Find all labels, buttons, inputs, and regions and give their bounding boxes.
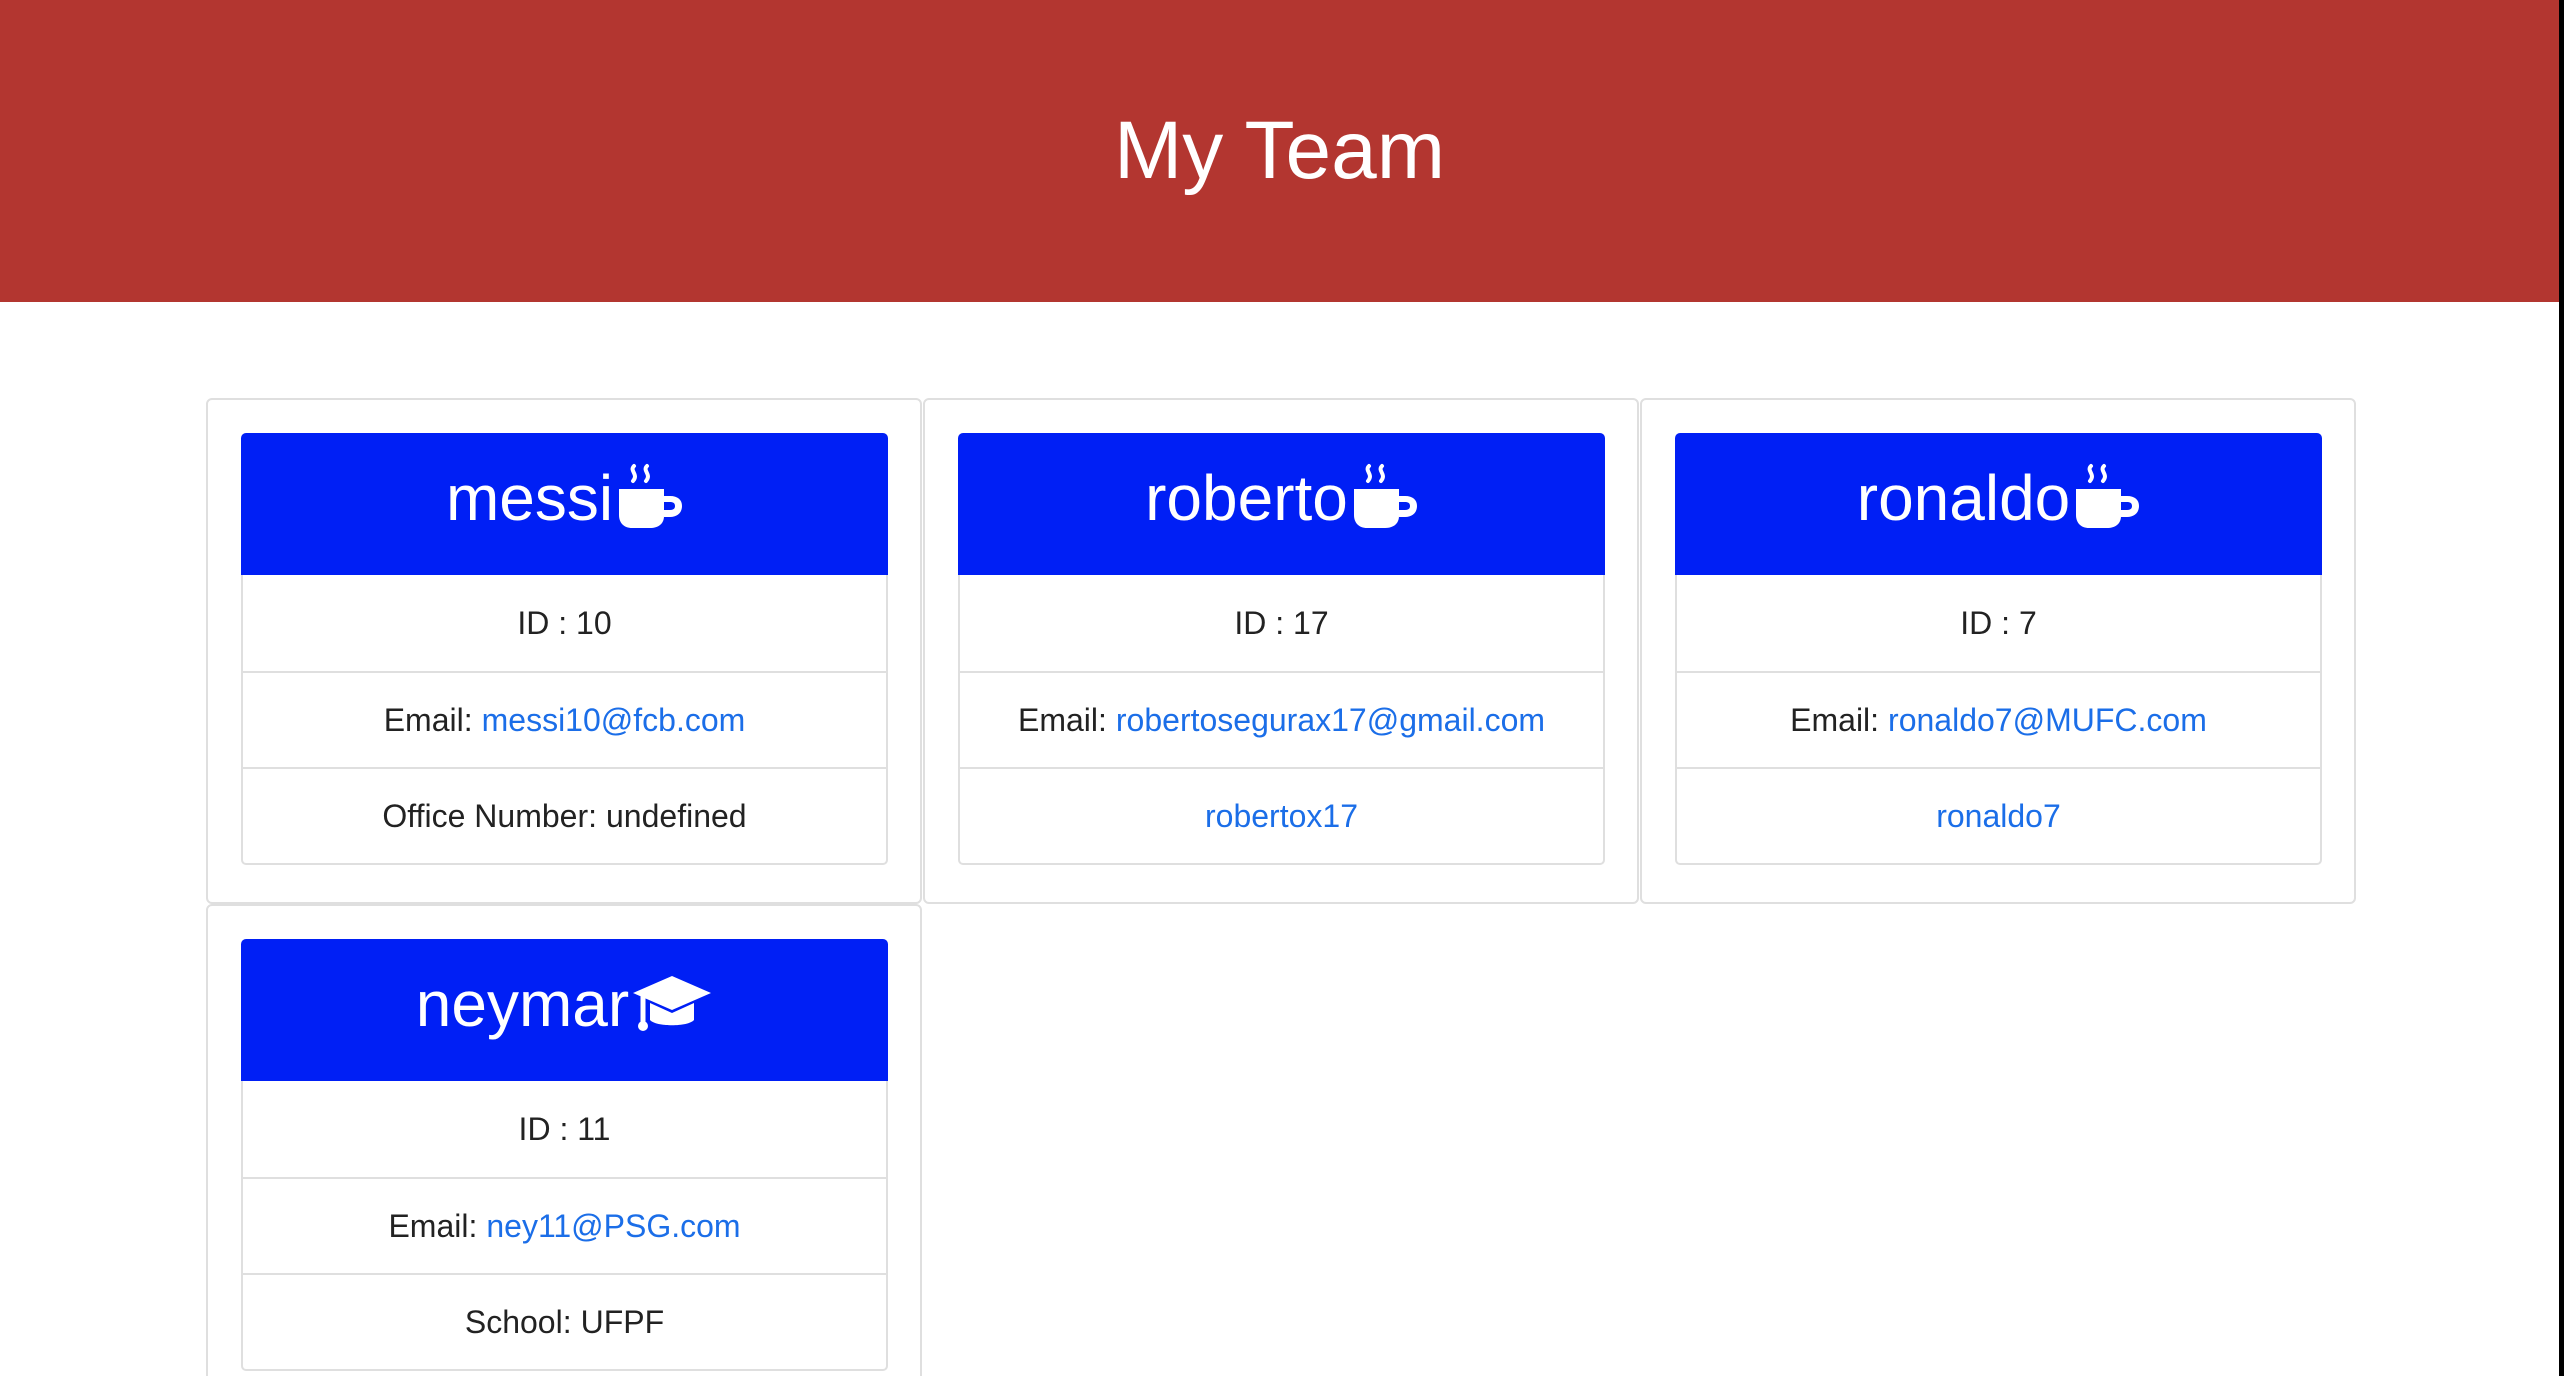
employee-id-row: ID : 10 bbox=[243, 575, 886, 671]
employee-card-ronaldo: ronaldo ID : 7 Email: ronaldo7@MUFC.com … bbox=[1640, 398, 2356, 904]
coffee-icon bbox=[1350, 456, 1418, 536]
employee-info-list: ID : 17 Email: robertosegurax17@gmail.co… bbox=[958, 575, 1605, 865]
office-number-row: Office Number: undefined bbox=[243, 767, 886, 863]
github-link[interactable]: ronaldo7 bbox=[1936, 798, 2061, 835]
graduation-cap-icon bbox=[631, 962, 713, 1042]
github-row: ronaldo7 bbox=[1677, 767, 2320, 863]
github-link[interactable]: robertox17 bbox=[1205, 798, 1358, 835]
employee-card-roberto: roberto ID : 17 Email: robertosegurax17@… bbox=[923, 398, 1639, 904]
employee-name: neymar bbox=[415, 968, 630, 1040]
employee-card-neymar: neymar ID : 11 Email: ney11@PSG.com Scho… bbox=[206, 904, 922, 1376]
email-label: Email: bbox=[383, 701, 473, 738]
github-row: robertox17 bbox=[960, 767, 1603, 863]
email-link[interactable]: messi10@fcb.com bbox=[482, 702, 746, 739]
employee-card-header: ronaldo bbox=[1675, 433, 2322, 575]
email-link[interactable]: ronaldo7@MUFC.com bbox=[1888, 702, 2207, 739]
coffee-icon bbox=[615, 456, 683, 536]
employee-id-text: ID : 10 bbox=[517, 604, 612, 641]
employee-id-row: ID : 11 bbox=[243, 1081, 886, 1177]
employee-name: ronaldo bbox=[1856, 462, 2071, 534]
email-label: Email: bbox=[388, 1207, 478, 1244]
employee-card-header: messi bbox=[241, 433, 888, 575]
employee-card-header: neymar bbox=[241, 939, 888, 1081]
employee-card-header: roberto bbox=[958, 433, 1605, 575]
employee-id-row: ID : 7 bbox=[1677, 575, 2320, 671]
employee-email-row: Email: ney11@PSG.com bbox=[243, 1177, 886, 1273]
page-title: My Team bbox=[1113, 105, 1446, 196]
office-number-value: undefined bbox=[606, 797, 747, 834]
office-number-label: Office Number: bbox=[382, 797, 597, 834]
employee-info-list: ID : 7 Email: ronaldo7@MUFC.com ronaldo7 bbox=[1675, 575, 2322, 865]
employee-email-row: Email: robertosegurax17@gmail.com bbox=[960, 671, 1603, 767]
coffee-icon bbox=[2072, 456, 2140, 536]
email-label: Email: bbox=[1017, 701, 1107, 738]
email-link[interactable]: ney11@PSG.com bbox=[486, 1208, 740, 1245]
email-label: Email: bbox=[1790, 701, 1880, 738]
team-header: My Team bbox=[0, 0, 2559, 302]
employee-info-list: ID : 11 Email: ney11@PSG.com School: UFP… bbox=[241, 1081, 888, 1371]
employee-id-text: ID : 7 bbox=[1960, 604, 2037, 641]
employee-name: messi bbox=[445, 462, 614, 534]
email-link[interactable]: robertosegurax17@gmail.com bbox=[1116, 702, 1545, 739]
school-value: UFPF bbox=[580, 1303, 665, 1340]
school-row: School: UFPF bbox=[243, 1273, 886, 1369]
my-team-page: My Team messi ID : 10 Email: messi10@fcb… bbox=[0, 0, 2564, 1376]
team-cards-grid: messi ID : 10 Email: messi10@fcb.com Off… bbox=[206, 398, 2356, 1376]
employee-email-row: Email: ronaldo7@MUFC.com bbox=[1677, 671, 2320, 767]
employee-info-list: ID : 10 Email: messi10@fcb.com Office Nu… bbox=[241, 575, 888, 865]
employee-card-messi: messi ID : 10 Email: messi10@fcb.com Off… bbox=[206, 398, 922, 904]
employee-id-text: ID : 11 bbox=[518, 1110, 611, 1147]
employee-id-row: ID : 17 bbox=[960, 575, 1603, 671]
school-label: School: bbox=[464, 1303, 572, 1340]
employee-id-text: ID : 17 bbox=[1234, 604, 1329, 641]
employee-email-row: Email: messi10@fcb.com bbox=[243, 671, 886, 767]
employee-name: roberto bbox=[1145, 462, 1348, 534]
